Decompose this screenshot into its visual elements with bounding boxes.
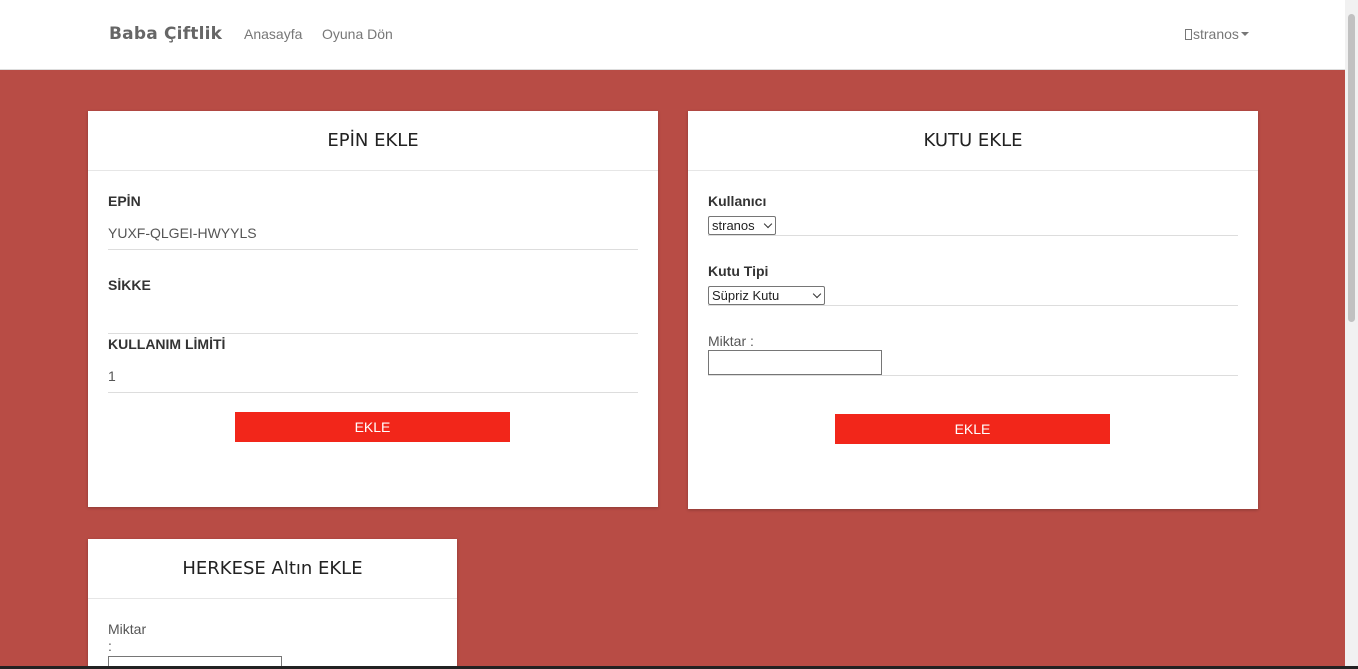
user-dropdown[interactable]: stranos [1185,26,1249,42]
page-scrollbar[interactable] [1345,0,1358,669]
user-select[interactable]: stranos [708,216,776,235]
box-add-button[interactable]: EKLE [835,414,1110,444]
user-name: stranos [1193,26,1239,42]
epin-add-card: EPİN EKLE EPİN YUXF-QLGEI-HWYYLS SİKKE K… [88,111,658,507]
box-add-card: KUTU EKLE Kullanıcı stranos Kutu Tipi Sü… [688,111,1258,509]
scrollbar-thumb[interactable] [1348,14,1355,322]
divider [708,375,1238,376]
sikke-label: SİKKE [108,277,151,293]
divider [108,392,638,393]
epin-field[interactable]: YUXF-QLGEI-HWYYLS [108,225,638,241]
divider [708,305,1238,306]
divider [708,235,1238,236]
box-type-value: Süpriz Kutu [712,288,780,303]
box-card-title: KUTU EKLE [688,111,1258,171]
gold-to-all-card: HERKESE Altın EKLE Miktar : [88,539,457,669]
amount-input[interactable] [708,350,882,375]
user-select-label: Kullanıcı [708,193,767,209]
divider [108,249,638,250]
gold-amount-label: Miktar [108,621,147,637]
amount-label: Miktar : [708,333,754,349]
box-type-label: Kutu Tipi [708,263,769,279]
gold-card-title: HERKESE Altın EKLE [88,539,457,599]
divider [108,333,638,334]
chevron-down-icon [812,289,822,299]
brand-logo-text[interactable]: Baba Çiftlik [109,24,222,44]
caret-down-icon [1240,32,1249,36]
chevron-down-icon [763,219,773,229]
nav-link-oyuna-don[interactable]: Oyuna Dön [322,26,393,42]
user-select-value: stranos [712,218,755,233]
epin-add-button[interactable]: EKLE [235,412,510,442]
top-navbar: Baba Çiftlik Anasayfa Oyuna Dön stranos [0,0,1345,70]
box-type-select[interactable]: Süpriz Kutu [708,286,825,305]
epin-card-title: EPİN EKLE [88,111,658,171]
limit-field[interactable]: 1 [108,368,638,384]
limit-label: KULLANIM LİMİTİ [108,336,226,352]
gold-amount-colon: : [108,638,112,654]
epin-label: EPİN [108,193,141,209]
sikke-field[interactable] [108,307,638,327]
user-icon [1185,28,1192,40]
nav-link-anasayfa[interactable]: Anasayfa [244,26,302,42]
